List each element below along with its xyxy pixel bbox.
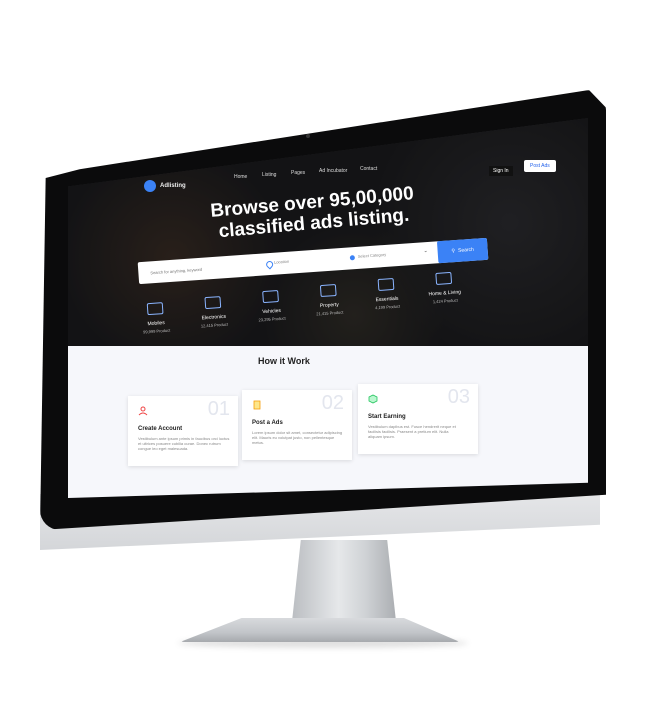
card-title: Create Account	[138, 426, 183, 432]
category-vehicles[interactable]: Vehicles 23,295 Product	[242, 289, 300, 324]
how-card-post-ads: 02 Post a Ads Lorem ipsum dolor sit amet…	[242, 390, 352, 460]
how-card-create-account: 01 Create Account Vestibulum ante ipsum …	[128, 396, 238, 466]
car-icon	[262, 290, 279, 304]
search-button-label: Search	[457, 246, 475, 254]
user-icon	[138, 406, 148, 416]
category-property[interactable]: Property 21,415 Product	[300, 283, 358, 318]
category-mobiles[interactable]: Mobiles 99,999 Product	[127, 301, 185, 336]
search-input[interactable]	[147, 257, 273, 279]
card-text: Lorem ipsum dolor sit amet, consectetur …	[252, 430, 343, 445]
category-count: 23,295 Product	[258, 315, 286, 323]
category-count: 1,424 Product	[432, 297, 458, 305]
nav-item-home[interactable]: Home	[234, 174, 247, 180]
category-select[interactable]: Select Category	[358, 252, 387, 259]
category-count: 4,199 Product	[374, 303, 401, 311]
category-essentials[interactable]: Essentials 4,199 Product	[358, 277, 416, 312]
search-icon: ⚲	[451, 248, 456, 255]
nav-item-listing[interactable]: Listing	[262, 172, 276, 178]
how-it-works-section: How it Work 01 Create Account Vestibulum…	[68, 346, 588, 498]
category-count: 99,999 Product	[142, 327, 171, 335]
step-number: 01	[207, 398, 230, 420]
step-number: 02	[321, 392, 344, 414]
hero-section: Adlisting Home Listing Pages Ad Incubato…	[68, 118, 588, 350]
nav-item-pages[interactable]: Pages	[291, 170, 305, 176]
location-field[interactable]: Location	[274, 259, 289, 265]
nav-item-ad-incubator[interactable]: Ad Incubator	[319, 168, 347, 174]
category-home-living[interactable]: Home & Living 1,424 Product	[415, 271, 473, 306]
card-title: Post a Ads	[252, 420, 283, 426]
webcam-icon	[306, 134, 310, 138]
building-icon	[319, 283, 337, 298]
category-count: 21,415 Product	[316, 309, 344, 317]
category-electronics[interactable]: Electronics 12,415 Product	[184, 295, 242, 330]
how-it-works-title: How it Work	[258, 356, 310, 366]
how-card-start-earning: 03 Start Earning Vestibulum dapibus est.…	[358, 384, 478, 454]
card-text: Vestibulum dapibus est. Fusce hendrerit …	[368, 424, 456, 439]
monitor-stand-base	[180, 618, 460, 642]
logo[interactable]: Adlisting	[144, 180, 186, 192]
search-button[interactable]: ⚲ Search	[436, 237, 489, 264]
house-icon	[435, 271, 453, 285]
step-number: 03	[447, 386, 470, 408]
tools-icon	[377, 277, 395, 292]
logo-icon	[144, 180, 156, 192]
clipboard-icon	[253, 400, 261, 410]
chevron-down-icon[interactable]: ⌄	[423, 248, 428, 254]
category-count: 12,415 Product	[200, 321, 229, 329]
sign-in-button[interactable]: Sign In	[489, 166, 513, 176]
logo-text: Adlisting	[160, 183, 186, 189]
nav-item-contact[interactable]: Contact	[360, 166, 377, 172]
mobile-icon	[146, 302, 164, 316]
category-icon	[349, 255, 356, 261]
monitor-icon	[204, 296, 222, 310]
card-text: Vestibulum ante ipsum primis in faucibus…	[138, 436, 230, 451]
post-ads-button[interactable]: Post Ads	[524, 160, 556, 172]
box-icon	[368, 394, 378, 404]
card-title: Start Earning	[368, 414, 406, 420]
